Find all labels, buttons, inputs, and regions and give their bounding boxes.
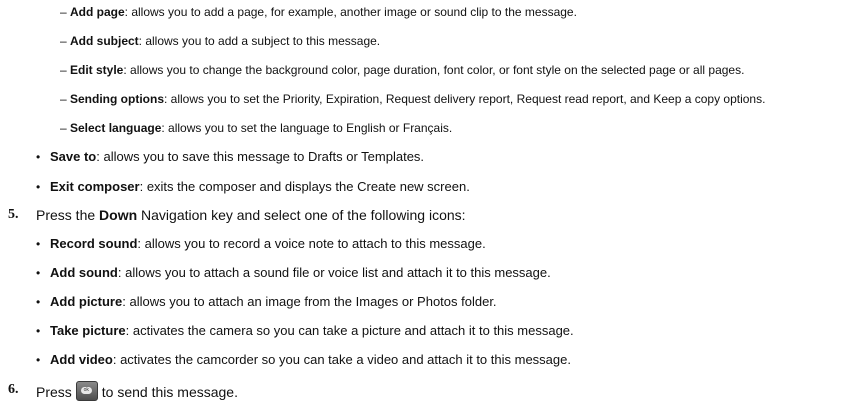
ok-key-icon: ok xyxy=(75,381,98,401)
icon-add-video: • Add video: activates the camcorder so … xyxy=(36,351,571,369)
step-5-instruction: Press the Down Navigation key and select… xyxy=(36,206,466,224)
sub-option-select-language: – Select language: allows you to set the… xyxy=(60,120,452,136)
dash-marker: – xyxy=(60,34,67,48)
step-text-pre: Press xyxy=(36,384,72,400)
option-desc: : allows you to record a voice note to a… xyxy=(137,236,486,251)
dash-marker: – xyxy=(60,63,67,77)
dash-marker: – xyxy=(60,92,67,106)
step-6-instruction: Press ok to send this message. xyxy=(36,381,238,401)
sub-option-sending-options: – Sending options: allows you to set the… xyxy=(60,91,765,107)
bullet-marker: • xyxy=(36,266,41,280)
option-term: Record sound xyxy=(50,236,138,251)
icon-take-picture: • Take picture: activates the camera so … xyxy=(36,322,574,340)
option-desc: : allows you to add a subject to this me… xyxy=(138,34,381,48)
option-desc: : activates the camcorder so you can tak… xyxy=(112,352,571,367)
option-desc: : allows you to set the language to Engl… xyxy=(161,121,453,135)
option-term: Select language xyxy=(70,121,162,135)
option-desc: : exits the composer and displays the Cr… xyxy=(139,179,470,194)
option-term: Add page xyxy=(70,5,125,19)
key-name: Down xyxy=(99,207,138,223)
option-term: Add picture xyxy=(50,294,123,309)
option-term: Take picture xyxy=(50,323,126,338)
step-text-post: to send this message. xyxy=(101,384,238,400)
option-desc: : activates the camera so you can take a… xyxy=(125,323,574,338)
option-term: Sending options xyxy=(70,92,164,106)
option-desc: : allows you to save this message to Dra… xyxy=(96,149,425,164)
option-term: Add video xyxy=(50,352,113,367)
icon-add-sound: • Add sound: allows you to attach a soun… xyxy=(36,264,551,282)
option-desc: : allows you to add a page, for example,… xyxy=(124,5,577,19)
bullet-marker: • xyxy=(36,353,41,367)
manual-page: – Add page: allows you to add a page, fo… xyxy=(0,0,844,401)
option-term: Add subject xyxy=(70,34,139,48)
sub-option-add-subject: – Add subject: allows you to add a subje… xyxy=(60,33,380,49)
option-term: Edit style xyxy=(70,63,124,77)
option-save-to: • Save to: allows you to save this messa… xyxy=(36,148,424,166)
icon-record-sound: • Record sound: allows you to record a v… xyxy=(36,235,486,253)
icon-add-picture: • Add picture: allows you to attach an i… xyxy=(36,293,497,311)
sub-option-add-page: – Add page: allows you to add a page, fo… xyxy=(60,4,577,20)
step-text-pre: Press the xyxy=(36,207,100,223)
dash-marker: – xyxy=(60,121,67,135)
option-desc: : allows you to set the Priority, Expira… xyxy=(164,92,766,106)
option-desc: : allows you to attach a sound file or v… xyxy=(117,265,551,280)
ok-key-label: ok xyxy=(80,387,92,394)
option-desc: : allows you to change the background co… xyxy=(123,63,745,77)
bullet-marker: • xyxy=(36,295,41,309)
step-number: 5. xyxy=(8,207,19,222)
option-term: Exit composer xyxy=(50,179,140,194)
step-text-post: Navigation key and select one of the fol… xyxy=(137,207,466,223)
bullet-marker: • xyxy=(36,150,41,164)
option-term: Save to xyxy=(50,149,97,164)
bullet-marker: • xyxy=(36,180,41,194)
dash-marker: – xyxy=(60,5,67,19)
step-number: 6. xyxy=(8,382,19,397)
option-exit-composer: • Exit composer: exits the composer and … xyxy=(36,178,470,196)
sub-option-edit-style: – Edit style: allows you to change the b… xyxy=(60,62,744,78)
bullet-marker: • xyxy=(36,237,41,251)
option-desc: : allows you to attach an image from the… xyxy=(122,294,497,309)
option-term: Add sound xyxy=(50,265,118,280)
bullet-marker: • xyxy=(36,324,41,338)
